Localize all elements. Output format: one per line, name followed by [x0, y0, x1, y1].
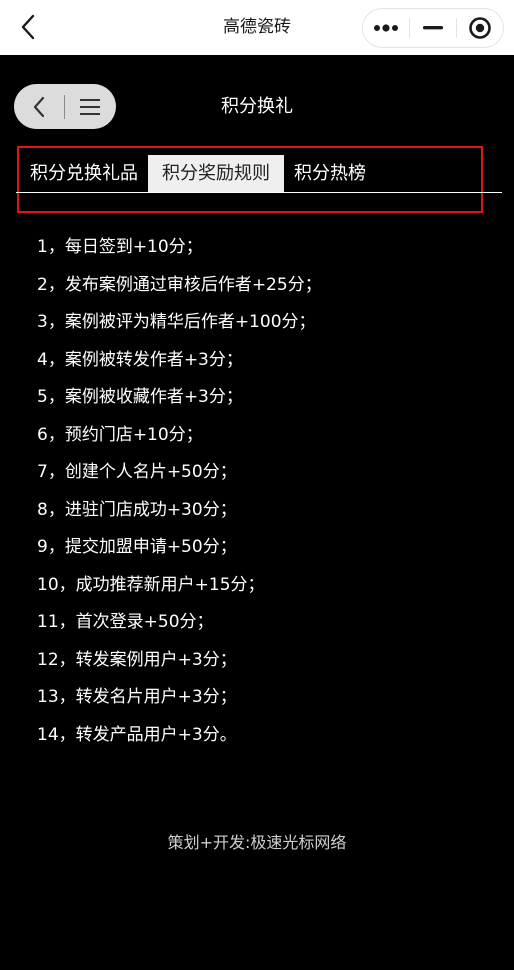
list-item: 9，提交加盟申请+50分； — [37, 537, 237, 557]
tab-reward-rules[interactable]: 积分奖励规则 — [148, 155, 284, 193]
footer-credit: 策划+开发:极速光标网络 — [167, 833, 347, 852]
target-close-icon — [469, 17, 491, 39]
list-item: 7，创建个人名片+50分； — [37, 462, 237, 482]
more-dots-icon — [374, 24, 398, 32]
list-item: 3，案例被评为精华后作者+100分； — [37, 312, 316, 332]
list-item: 6，预约门店+10分； — [37, 424, 203, 445]
page-nav-pill — [14, 84, 116, 129]
back-button[interactable] — [14, 12, 42, 42]
tab-gift-exchange[interactable]: 积分兑换礼品 — [20, 155, 148, 193]
pill-back-button[interactable] — [14, 84, 64, 129]
menu-icon — [80, 98, 100, 115]
list-item: 14，转发产品用户+3分。 — [37, 724, 237, 745]
minimize-icon — [423, 26, 443, 30]
list-item: 1，每日签到+10分； — [37, 237, 203, 257]
list-item: 2，发布案例通过审核后作者+25分； — [37, 274, 322, 295]
menu-capsule — [362, 8, 504, 48]
reward-rules-list: 1，每日签到+10分； 2，发布案例通过审核后作者+25分； 3，案例被评为精华… — [37, 229, 497, 754]
close-button[interactable] — [457, 9, 503, 47]
tab-underline — [16, 192, 502, 193]
minimize-button[interactable] — [410, 9, 456, 47]
tab-bar: 积分兑换礼品 积分奖励规则 积分热榜 — [20, 155, 376, 193]
pill-menu-button[interactable] — [65, 84, 115, 129]
list-item: 11，首次登录+50分； — [37, 612, 214, 632]
list-item: 5，案例被收藏作者+3分； — [37, 387, 243, 407]
more-button[interactable] — [363, 9, 409, 47]
top-navigation-bar: 高德瓷砖 — [0, 0, 514, 55]
chevron-left-icon — [33, 96, 45, 117]
list-item: 10，成功推荐新用户+15分； — [37, 574, 265, 595]
list-item: 4，案例被转发作者+3分； — [37, 349, 243, 370]
list-item: 12，转发案例用户+3分； — [37, 649, 237, 670]
back-arrow-icon — [21, 14, 35, 40]
list-item: 13，转发名片用户+3分； — [37, 687, 237, 707]
tab-points-ranking[interactable]: 积分热榜 — [284, 155, 376, 193]
list-item: 8，进驻门店成功+30分； — [37, 499, 237, 520]
